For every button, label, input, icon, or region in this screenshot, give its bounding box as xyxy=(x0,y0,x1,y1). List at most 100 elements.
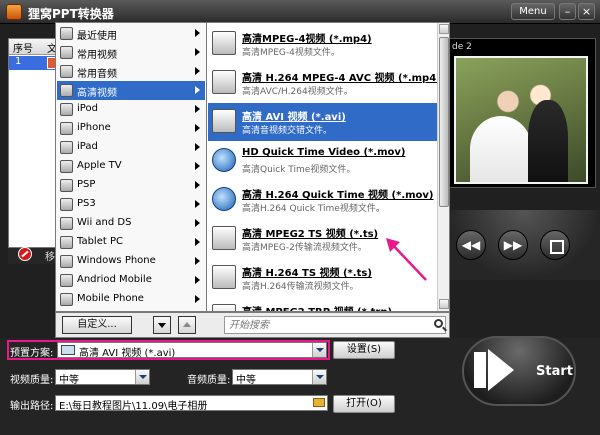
column-header-index[interactable]: 序号 xyxy=(13,40,33,55)
quicktime-icon xyxy=(212,148,236,172)
chevron-right-icon xyxy=(195,238,200,246)
chevron-right-icon xyxy=(195,29,200,37)
category-item[interactable]: iPhone xyxy=(57,119,205,138)
category-item[interactable]: PSP xyxy=(57,176,205,195)
chevron-right-icon xyxy=(195,67,200,75)
category-item-label: 最近使用 xyxy=(77,31,117,42)
output-path-field[interactable]: E:\每日教程图片\11.09\电子相册 xyxy=(55,395,328,412)
chevron-right-icon xyxy=(195,105,200,113)
format-list-scrollbar[interactable] xyxy=(437,23,449,311)
preset-select-value: 高清 AVI 视频 (*.avi) xyxy=(79,348,176,359)
format-item-name: 高清MPEG-4视频 (*.mp4) xyxy=(242,34,372,45)
minimize-button[interactable]: – xyxy=(559,3,576,20)
audio-quality-select[interactable]: 中等 xyxy=(232,369,327,386)
ts-icon xyxy=(212,226,236,250)
format-item-description: 高清音视频交错文件。 xyxy=(242,126,333,136)
chevron-right-icon xyxy=(195,86,200,94)
row-index: 1 xyxy=(15,56,22,67)
pointer-arrow-icon xyxy=(386,238,427,281)
category-item[interactable]: Wii and DS xyxy=(57,214,205,233)
menu-button[interactable]: Menu xyxy=(511,3,555,20)
category-item-label: 常用视频 xyxy=(77,50,117,61)
chevron-right-icon xyxy=(195,200,200,208)
category-item-label: PSP xyxy=(77,179,96,190)
format-item[interactable]: 高清 AVI 视频 (*.avi) 高清音视频交错文件。 xyxy=(208,103,438,141)
close-button[interactable]: × xyxy=(578,3,595,20)
format-item[interactable]: 高清 MPEG2 TRP 视频 (*.trp) xyxy=(208,298,438,311)
category-item[interactable]: iPad xyxy=(57,138,205,157)
delete-label[interactable]: 移 xyxy=(45,248,55,263)
format-item[interactable]: 高清MPEG-4视频 (*.mp4) 高清MPEG-4视频文件。 xyxy=(208,25,438,63)
format-item-name: 高清 MPEG2 TS 视频 (*.ts) xyxy=(242,229,379,240)
category-item-label: Tablet PC xyxy=(77,236,123,247)
chevron-right-icon xyxy=(195,276,200,284)
format-item-description: 高清AVC/H.264视频文件。 xyxy=(242,87,353,97)
ipad-icon xyxy=(60,141,73,154)
preset-label: 预置方案: xyxy=(10,348,54,359)
open-folder-button[interactable]: 打开(O) xyxy=(333,395,395,413)
settings-button[interactable]: 设置(S) xyxy=(333,341,395,359)
category-item[interactable]: Windows Phone xyxy=(57,252,205,271)
quicktime-icon xyxy=(212,187,236,211)
category-item[interactable]: 最近使用 xyxy=(57,24,205,43)
chevron-right-icon xyxy=(195,295,200,303)
scroll-thumb[interactable] xyxy=(439,37,449,207)
format-item-name: HD Quick Time Video (*.mov) xyxy=(242,147,406,158)
chevron-right-icon xyxy=(195,48,200,56)
format-item-description: 高清H.264 Quick Time视频文件。 xyxy=(242,204,385,214)
scroll-down-button[interactable] xyxy=(439,299,449,309)
category-item[interactable]: 高清视频 xyxy=(57,81,205,100)
move-up-button[interactable] xyxy=(178,316,196,334)
preview-photo-detail xyxy=(470,116,532,182)
format-item[interactable]: HD Quick Time Video (*.mov) 高清Quick Time视… xyxy=(208,142,438,180)
format-item-description: 高清H.264传输流视频文件。 xyxy=(242,282,359,292)
category-item[interactable]: Tablet PC xyxy=(57,233,205,252)
next-slide-button[interactable]: ▶▶ xyxy=(498,230,528,260)
preview-photo-detail xyxy=(528,100,568,182)
category-item[interactable]: Andriod Mobile xyxy=(57,271,205,290)
fullscreen-button[interactable] xyxy=(540,230,570,260)
chevron-right-icon xyxy=(195,143,200,151)
video-quality-value: 中等 xyxy=(59,375,79,386)
folder-icon[interactable] xyxy=(313,398,325,407)
category-item[interactable]: Mobile Phone xyxy=(57,290,205,309)
video-quality-select[interactable]: 中等 xyxy=(55,369,150,386)
search-icon[interactable] xyxy=(434,319,443,328)
custom-profile-button[interactable]: 自定义... xyxy=(62,316,132,334)
ipod-icon xyxy=(60,103,73,116)
psp-icon xyxy=(60,179,73,192)
preview-slide-label: de 2 xyxy=(452,42,472,52)
move-down-button[interactable] xyxy=(153,316,171,334)
chevron-down-icon[interactable] xyxy=(312,343,326,357)
category-item[interactable]: 常用视频 xyxy=(57,43,205,62)
format-item[interactable]: 高清 H.264 MPEG-4 AVC 视频 (*.mp4) 高清AVC/H.26… xyxy=(208,64,441,102)
format-item-name: 高清 MPEG2 TRP 视频 (*.trp) xyxy=(242,303,392,311)
chevron-right-icon xyxy=(195,257,200,265)
wii-icon xyxy=(60,217,73,230)
category-item-label: Mobile Phone xyxy=(77,293,144,304)
avi-icon xyxy=(212,109,236,133)
chevron-right-icon xyxy=(195,162,200,170)
chevron-down-icon[interactable] xyxy=(312,370,326,384)
format-item-description: 高清MPEG-4视频文件。 xyxy=(242,48,340,58)
category-item[interactable]: 常用音频 xyxy=(57,62,205,81)
hd-icon xyxy=(60,84,73,97)
delete-icon[interactable] xyxy=(18,247,32,261)
format-item-description: 高清Quick Time视频文件。 xyxy=(242,165,356,175)
ts-icon xyxy=(212,265,236,289)
category-item[interactable]: Apple TV xyxy=(57,157,205,176)
chevron-down-icon[interactable] xyxy=(135,370,149,384)
category-item[interactable]: PS3 xyxy=(57,195,205,214)
clock-icon xyxy=(60,27,73,40)
mp4-icon xyxy=(212,31,236,55)
category-item[interactable]: iPod xyxy=(57,100,205,119)
start-arrow-icon xyxy=(488,349,514,391)
category-item-label: Andriod Mobile xyxy=(77,274,152,285)
app-logo-icon xyxy=(6,4,22,20)
previous-slide-button[interactable]: ◀◀ xyxy=(456,230,486,260)
scroll-up-button[interactable] xyxy=(439,24,449,34)
chevron-right-icon xyxy=(195,219,200,227)
format-item[interactable]: 高清 H.264 Quick Time 视频 (*.mov) 高清H.264 Qu… xyxy=(208,181,438,219)
format-search-input[interactable] xyxy=(224,316,446,334)
preset-select[interactable]: 高清 AVI 视频 (*.avi) xyxy=(57,342,327,359)
